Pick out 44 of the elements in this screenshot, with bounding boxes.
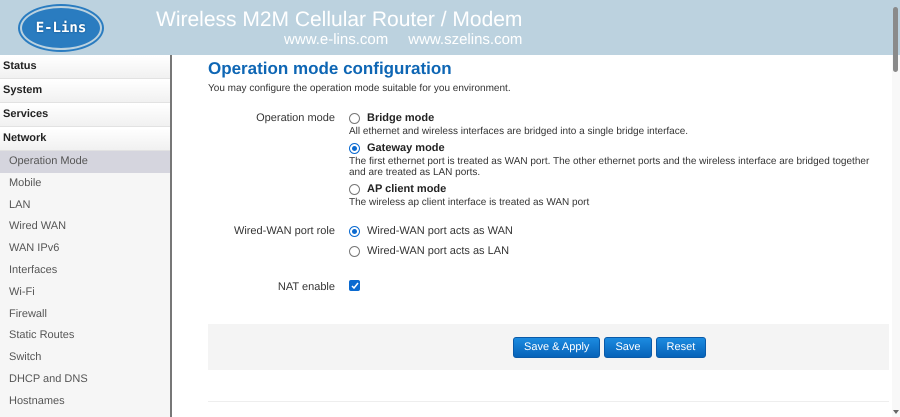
option-label[interactable]: AP client mode xyxy=(367,182,446,196)
radio-button[interactable] xyxy=(349,226,360,236)
website-url: www.szelins.com xyxy=(408,32,522,46)
field-label: Operation mode xyxy=(255,111,336,126)
menu-item[interactable]: Switch xyxy=(0,347,170,369)
scrollbar-thumb[interactable] xyxy=(893,7,898,72)
menu-item[interactable]: Firewall xyxy=(0,304,170,326)
page-description: You may configure the operation mode suitable for you environment. xyxy=(208,83,512,94)
menu-section[interactable]: System xyxy=(0,79,170,103)
action-button[interactable]: Reset xyxy=(656,336,706,358)
menu-item[interactable]: Wi-Fi xyxy=(0,282,170,304)
radio-button[interactable] xyxy=(349,112,360,124)
field-label: NAT enable xyxy=(276,280,336,294)
website-url: www.e-lins.com xyxy=(284,32,388,46)
option-label[interactable]: Gateway mode xyxy=(367,141,445,155)
menu-item[interactable]: Interfaces xyxy=(0,260,170,282)
menu-item[interactable]: Wired WAN xyxy=(0,216,170,238)
menu-item[interactable]: Static Routes xyxy=(0,325,170,348)
action-button[interactable]: Save & Apply xyxy=(513,336,600,358)
option-description: All ethernet and wireless interfaces are bridged into a single bridge interface. xyxy=(349,126,690,137)
menu-item[interactable]: DHCP and DNS xyxy=(0,368,170,391)
menu-section[interactable]: Status xyxy=(0,55,170,79)
scroll-down-icon[interactable] xyxy=(892,409,900,415)
menu-item[interactable]: Mobile xyxy=(0,172,170,195)
menu-item[interactable]: WAN IPv6 xyxy=(0,238,170,260)
option-label[interactable]: Wired-WAN port acts as LAN xyxy=(367,244,510,258)
radio-button[interactable] xyxy=(349,246,360,256)
field-label: Wired-WAN port role xyxy=(232,224,336,239)
radio-button[interactable] xyxy=(349,142,360,154)
radio-button[interactable] xyxy=(349,184,360,194)
header-title: Wireless M2M Cellular Router / Modem xyxy=(156,8,522,30)
action-button[interactable]: Save xyxy=(604,336,652,358)
logo: E-Lins xyxy=(20,6,102,50)
menu-section[interactable]: Network xyxy=(0,127,170,151)
option-label[interactable]: Bridge mode xyxy=(367,111,434,125)
menu-item[interactable]: LAN xyxy=(0,194,170,216)
menu-item[interactable]: Operation Mode xyxy=(0,151,170,173)
option-label[interactable]: Wired-WAN port acts as WAN xyxy=(367,224,513,238)
checkbox[interactable] xyxy=(349,280,360,291)
option-description: The first ethernet port is treated as WAN port. The other ethernet ports and the wireless interface are bridged together and are treated as LAN ports. xyxy=(349,156,870,178)
option-description: The wireless ap client interface is treated as WAN port xyxy=(349,197,590,208)
menu-section[interactable]: Services xyxy=(0,103,170,127)
menu-item[interactable]: Hostnames xyxy=(0,390,170,413)
page-title: Operation mode configuration xyxy=(208,59,453,79)
